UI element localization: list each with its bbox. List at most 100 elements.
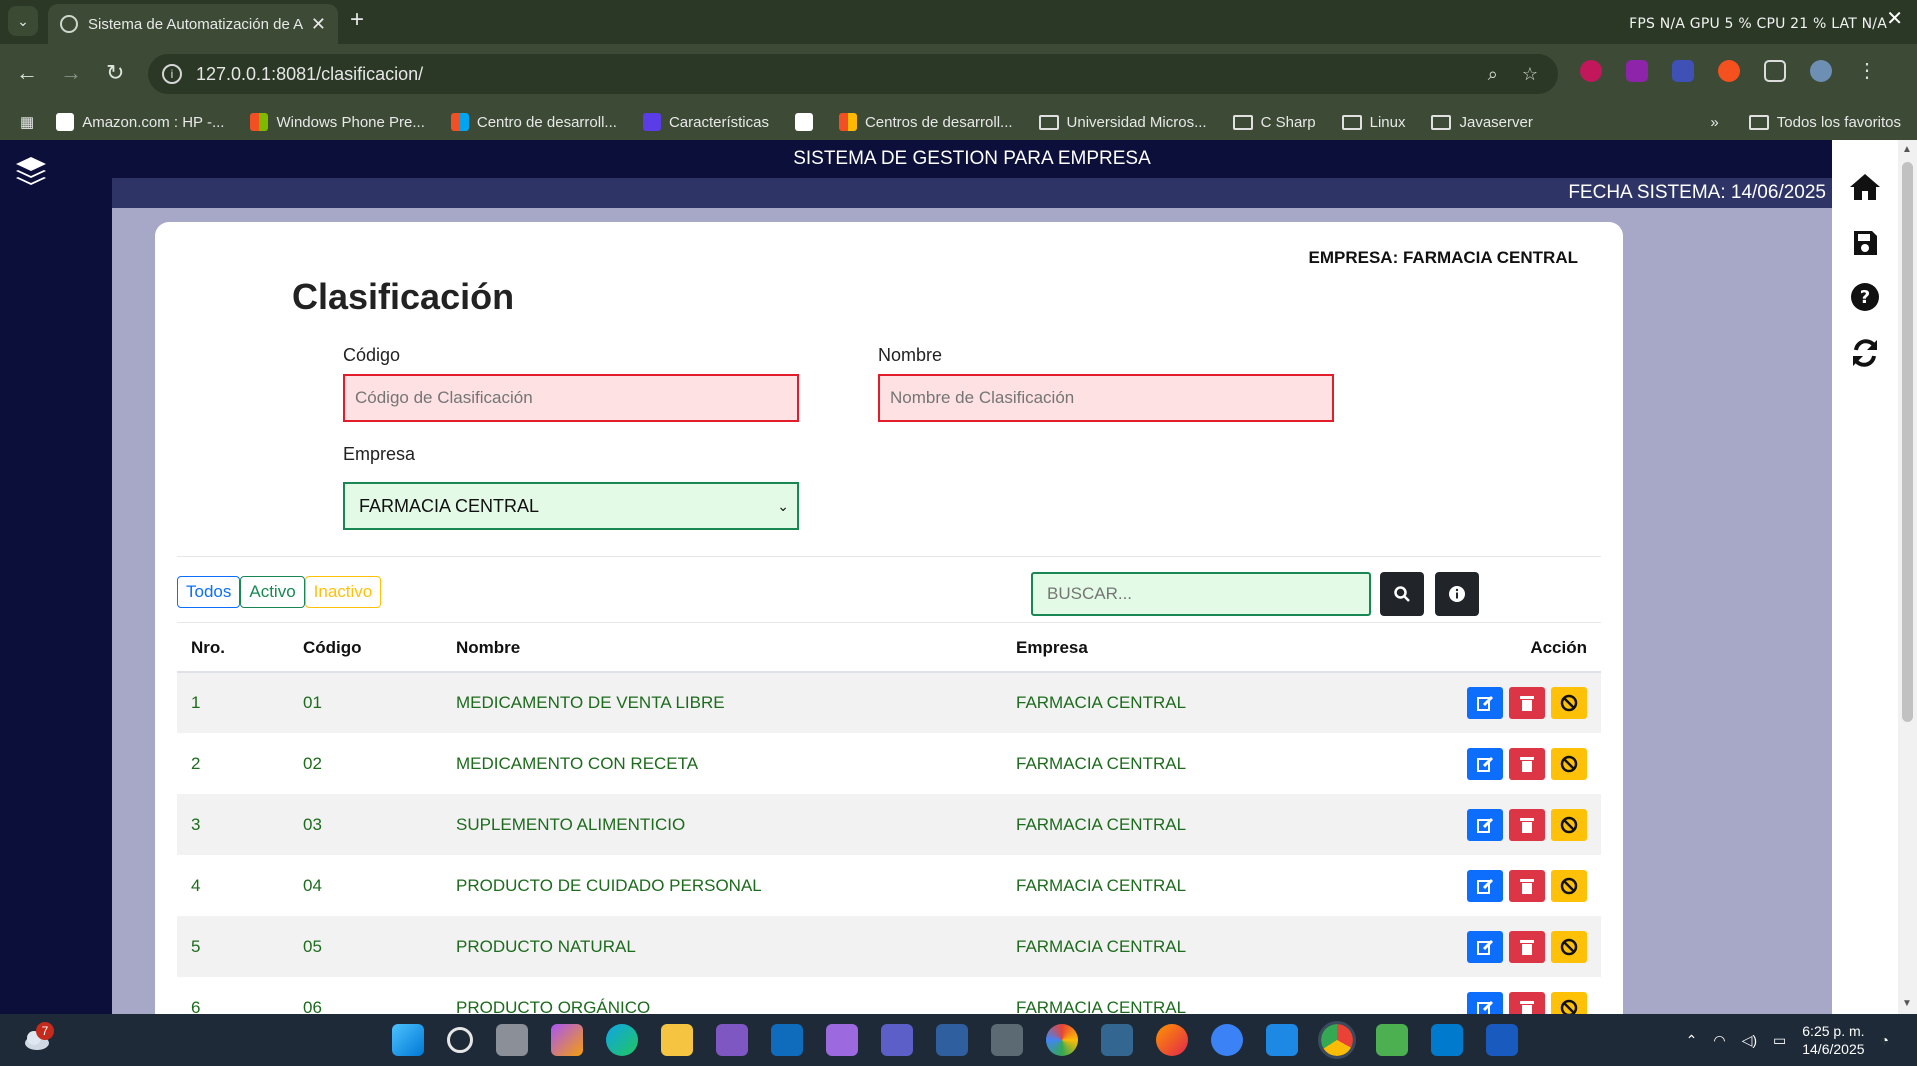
nombre-input[interactable] <box>878 374 1334 422</box>
bookmark-folder[interactable]: Javaserver <box>1431 114 1533 131</box>
globe-icon <box>60 15 78 33</box>
edit-button[interactable] <box>1467 869 1503 902</box>
scroll-up-icon[interactable]: ▲ <box>1902 144 1912 155</box>
edit-button[interactable] <box>1467 747 1503 780</box>
codigo-input[interactable] <box>343 374 799 422</box>
powershell-icon[interactable] <box>936 1024 968 1056</box>
edit-button[interactable] <box>1467 991 1503 1014</box>
volume-icon[interactable]: ◁) <box>1742 1032 1757 1049</box>
app-icon[interactable] <box>991 1024 1023 1056</box>
edit-button[interactable] <box>1467 930 1503 963</box>
battery-icon[interactable]: ▭ <box>1773 1032 1786 1049</box>
bookmark-star-icon[interactable]: ☆ <box>1522 64 1538 85</box>
home-icon[interactable] <box>1848 170 1882 204</box>
help-icon[interactable]: ? <box>1848 280 1882 314</box>
app-icon[interactable] <box>1266 1024 1298 1056</box>
apps-grid-icon[interactable]: ▦ <box>20 113 34 131</box>
bookmark-folder[interactable]: Linux <box>1341 114 1405 131</box>
bookmark-item[interactable]: Centros de desarroll... <box>838 113 1013 131</box>
ublock-icon[interactable] <box>1580 60 1602 82</box>
photos-icon[interactable] <box>1046 1024 1078 1056</box>
deactivate-button[interactable] <box>1551 991 1587 1014</box>
forward-icon[interactable]: → <box>60 60 82 86</box>
back-icon[interactable]: ← <box>16 60 38 86</box>
bookmarks-overflow-icon[interactable]: » <box>1710 114 1718 131</box>
edit-button[interactable] <box>1467 808 1503 841</box>
task-view-icon[interactable] <box>496 1024 528 1056</box>
bookmark-item[interactable]: Características <box>642 113 769 131</box>
bookmark-item[interactable]: Amazon.com : HP -... <box>56 113 224 131</box>
search-icon[interactable] <box>447 1027 473 1053</box>
more-menu-icon[interactable]: ⋮ <box>1856 60 1878 82</box>
outlook-icon[interactable] <box>771 1024 803 1056</box>
folder-icon <box>1232 114 1253 130</box>
address-bar[interactable]: i 127.0.0.1:8081/clasificacion/ ⌕ ☆ <box>148 54 1558 94</box>
refresh-icon[interactable] <box>1848 336 1882 370</box>
browser-tab[interactable]: Sistema de Automatización de A ✕ <box>48 4 338 44</box>
save-icon[interactable] <box>1848 226 1882 260</box>
window-close-icon[interactable]: ✕ <box>1886 6 1903 31</box>
tab-list-button[interactable]: ⌄ <box>8 6 38 36</box>
windows-start-icon[interactable] <box>392 1024 424 1056</box>
app-icon[interactable] <box>1211 1024 1243 1056</box>
edge-icon[interactable] <box>606 1024 638 1056</box>
zoom-icon[interactable]: ⌕ <box>1488 64 1498 85</box>
clock[interactable]: 6:25 p. m. 14/6/2025 <box>1802 1022 1864 1058</box>
info-button[interactable] <box>1435 572 1479 616</box>
profile-avatar[interactable] <box>1810 60 1832 82</box>
search-input[interactable] <box>1031 572 1371 616</box>
filter-todos-button[interactable]: Todos <box>177 576 241 608</box>
extension-icon[interactable] <box>1718 60 1740 82</box>
chevron-up-icon[interactable]: ⌃ <box>1686 1032 1698 1049</box>
visual-studio-preview-icon[interactable] <box>826 1024 858 1056</box>
bookmark-item[interactable] <box>794 113 813 131</box>
vscode-icon[interactable] <box>1431 1024 1463 1056</box>
search-button[interactable] <box>1380 572 1424 616</box>
word-icon[interactable] <box>1486 1024 1518 1056</box>
new-tab-button[interactable]: + <box>350 6 364 34</box>
wifi-icon[interactable]: ◠ <box>1713 1032 1725 1049</box>
postgresql-icon[interactable] <box>1101 1024 1133 1056</box>
delete-button[interactable] <box>1509 869 1545 902</box>
copilot-icon[interactable] <box>551 1024 583 1056</box>
trash-icon <box>1520 1000 1534 1014</box>
delete-button[interactable] <box>1509 808 1545 841</box>
teams-icon[interactable] <box>881 1024 913 1056</box>
filter-activo-button[interactable]: Activo <box>240 576 305 608</box>
deactivate-button[interactable] <box>1551 808 1587 841</box>
scroll-down-icon[interactable]: ▼ <box>1902 998 1912 1009</box>
bookmark-folder[interactable]: C Sharp <box>1232 114 1316 131</box>
all-bookmarks[interactable]: Todos los favoritos <box>1748 114 1901 131</box>
deactivate-button[interactable] <box>1551 747 1587 780</box>
delete-button[interactable] <box>1509 991 1545 1014</box>
deactivate-button[interactable] <box>1551 930 1587 963</box>
chrome-icon[interactable] <box>1318 1021 1356 1059</box>
firefox-icon[interactable] <box>1156 1024 1188 1056</box>
bookmark-item[interactable]: Centro de desarroll... <box>450 113 617 131</box>
app-icon[interactable] <box>1376 1024 1408 1056</box>
site-info-icon[interactable]: i <box>162 64 182 84</box>
delete-button[interactable] <box>1509 747 1545 780</box>
extension-icon[interactable] <box>1626 60 1648 82</box>
cell-nombre: PRODUCTO DE CUIDADO PERSONAL <box>442 855 1002 916</box>
close-tab-icon[interactable]: ✕ <box>311 14 326 35</box>
bookmark-item[interactable]: Windows Phone Pre... <box>250 113 425 131</box>
edit-button[interactable] <box>1467 687 1503 719</box>
puzzle-icon[interactable] <box>1764 60 1786 82</box>
file-explorer-icon[interactable] <box>661 1024 693 1056</box>
reload-icon[interactable]: ↻ <box>106 60 124 86</box>
page-scrollbar[interactable]: ▲ ▼ <box>1898 140 1917 1014</box>
visual-studio-icon[interactable] <box>716 1024 748 1056</box>
deactivate-button[interactable] <box>1551 687 1587 719</box>
delete-button[interactable] <box>1509 687 1545 719</box>
filter-inactivo-button[interactable]: Inactivo <box>304 576 382 608</box>
scrollbar-thumb[interactable] <box>1902 162 1913 722</box>
delete-button[interactable] <box>1509 930 1545 963</box>
cell-acciones <box>1322 733 1601 794</box>
deactivate-button[interactable] <box>1551 869 1587 902</box>
bookmark-folder[interactable]: Universidad Micros... <box>1038 114 1207 131</box>
empresa-select[interactable]: FARMACIA CENTRAL ⌄ <box>343 482 799 530</box>
notifications-icon[interactable]: ◔ <box>1881 1032 1889 1048</box>
screen-capture-icon[interactable] <box>1672 60 1694 82</box>
layers-icon[interactable] <box>14 154 48 188</box>
